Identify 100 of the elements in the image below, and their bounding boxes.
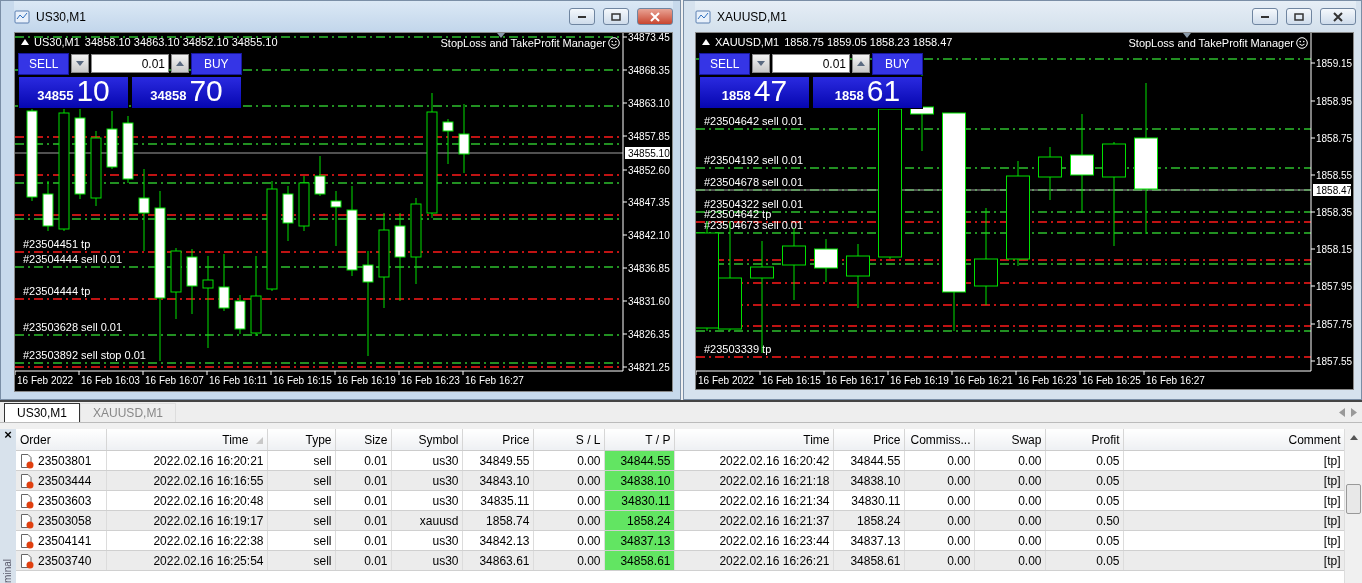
close-button[interactable]: × bbox=[4, 429, 12, 441]
maximize-button[interactable] bbox=[603, 8, 629, 25]
column-header[interactable]: S / L bbox=[534, 429, 605, 451]
column-header[interactable]: Type bbox=[268, 429, 336, 451]
up-arrow-icon bbox=[856, 61, 865, 66]
minimize-button[interactable] bbox=[569, 8, 595, 25]
column-header[interactable]: Price bbox=[463, 429, 534, 451]
column-header[interactable]: T / P bbox=[605, 429, 675, 451]
smiley-icon bbox=[1296, 37, 1308, 49]
table-cell: 23503444 bbox=[38, 473, 92, 488]
order-label: #23504322 sell 0.01 bbox=[704, 198, 804, 210]
candlestick bbox=[298, 175, 310, 232]
order-label: #23504444 tp bbox=[23, 285, 91, 297]
candlestick bbox=[234, 294, 246, 335]
time-label: 16 Feb 16:19 bbox=[337, 375, 396, 386]
close-icon bbox=[649, 11, 661, 22]
bid-price-button[interactable]: 34855 10 bbox=[18, 76, 129, 109]
candlestick bbox=[458, 103, 470, 174]
lot-down-button[interactable] bbox=[71, 54, 89, 73]
candlestick bbox=[330, 190, 342, 247]
price-label: 1857.55 bbox=[1316, 356, 1353, 367]
price-label: 1857.75 bbox=[1316, 319, 1353, 330]
table-cell: us30 bbox=[392, 530, 463, 551]
down-arrow-icon bbox=[757, 61, 766, 66]
table-cell: 23504141 bbox=[38, 533, 92, 548]
panel-title: minal bbox=[1, 559, 14, 583]
candlestick bbox=[122, 115, 134, 184]
candlestick bbox=[1038, 146, 1062, 201]
lot-up-button[interactable] bbox=[171, 54, 189, 73]
column-header[interactable]: Symbol bbox=[392, 429, 463, 451]
order-label: #23504444 sell 0.01 bbox=[23, 253, 123, 265]
column-header[interactable]: Commiss... bbox=[905, 429, 975, 451]
table-cell: sell bbox=[268, 530, 336, 551]
column-header[interactable]: Time bbox=[675, 429, 834, 451]
table-cell: 23503603 bbox=[38, 493, 92, 508]
tab[interactable]: US30,M1 bbox=[4, 403, 81, 422]
column-header[interactable]: Profit bbox=[1046, 429, 1124, 451]
column-header[interactable]: Order bbox=[16, 429, 107, 451]
time-label: 16 Feb 16:11 bbox=[209, 375, 268, 386]
price-label: 34852.60 bbox=[628, 165, 670, 176]
order-label: #23504678 sell 0.01 bbox=[704, 176, 804, 188]
time-label: 16 Feb 16:15 bbox=[762, 375, 821, 386]
scroll-thumb[interactable] bbox=[1346, 484, 1361, 514]
time-label: 16 Feb 16:25 bbox=[1082, 375, 1141, 386]
table-cell: 23503740 bbox=[38, 553, 92, 568]
time-label: 16 Feb 16:07 bbox=[145, 375, 204, 386]
table-cell: 34830.11 bbox=[834, 490, 905, 511]
ask-price-button[interactable]: 34858 70 bbox=[131, 76, 242, 109]
up-arrow-icon bbox=[175, 61, 184, 66]
time-label: 16 Feb 16:19 bbox=[890, 375, 949, 386]
ohlc-values: 1858.75 1859.05 1858.23 1858.47 bbox=[784, 36, 953, 48]
column-header[interactable]: Comment bbox=[1124, 429, 1344, 451]
time-label: 16 Feb 2022 bbox=[17, 375, 74, 386]
scroll-left-icon bbox=[1339, 407, 1345, 417]
scrollbar[interactable] bbox=[1344, 429, 1362, 583]
time-label: 16 Feb 16:23 bbox=[1018, 375, 1077, 386]
window-title: US30,M1 bbox=[36, 9, 88, 24]
candlestick bbox=[814, 238, 838, 283]
current-price-label: 1858.47 bbox=[1313, 184, 1353, 196]
table-cell: 0.00 bbox=[534, 530, 605, 551]
column-header[interactable]: Price bbox=[834, 429, 905, 451]
time-label: 16 Feb 16:23 bbox=[401, 375, 460, 386]
candlestick bbox=[218, 253, 230, 312]
price-label: 34873.45 bbox=[628, 33, 670, 43]
price-label: 1859.15 bbox=[1316, 58, 1353, 69]
triangle-icon[interactable] bbox=[21, 39, 29, 45]
table-cell: 0.00 bbox=[905, 450, 975, 471]
table-cell: 34835.11 bbox=[463, 490, 534, 511]
symbol-label: XAUUSD,M1 bbox=[715, 36, 780, 48]
chart-window-icon bbox=[14, 9, 30, 24]
table-cell: [tp] bbox=[1124, 450, 1344, 471]
price-label: 34826.35 bbox=[628, 329, 670, 340]
lot-field[interactable]: 0.01 bbox=[91, 54, 169, 73]
column-header[interactable]: Size bbox=[336, 429, 392, 451]
scroll-right-icon bbox=[1351, 407, 1357, 417]
order-label: #23504192 sell 0.01 bbox=[704, 154, 804, 166]
table-cell: [tp] bbox=[1124, 490, 1344, 511]
price-label: 34831.60 bbox=[628, 296, 670, 307]
table-cell: 2022.02.16 16:21:34 bbox=[675, 490, 834, 511]
table-cell: 23503801 bbox=[38, 453, 92, 468]
table-cell: 23503058 bbox=[38, 513, 92, 528]
column-header[interactable]: Swap bbox=[975, 429, 1046, 451]
window-title: XAUUSD,M1 bbox=[717, 9, 788, 24]
table-cell: 2022.02.16 16:20:48 bbox=[107, 490, 268, 511]
sell-button[interactable]: SELL bbox=[18, 52, 70, 75]
price-label: 1858.55 bbox=[1316, 170, 1353, 181]
price-label: 34847.35 bbox=[628, 197, 670, 208]
table-cell: 0.01 bbox=[336, 450, 392, 471]
table-cell: 0.01 bbox=[336, 490, 392, 511]
price-label: 1858.95 bbox=[1316, 96, 1353, 107]
price-label: 34868.35 bbox=[628, 65, 670, 76]
table-cell: 34849.55 bbox=[463, 450, 534, 471]
table-cell: 0.00 bbox=[975, 530, 1046, 551]
expert-name: StopLoss and TakeProfit Manager bbox=[440, 37, 606, 49]
price-label: 34821.25 bbox=[628, 362, 670, 373]
symbol-label: US30,M1 bbox=[34, 36, 80, 48]
buy-button[interactable]: BUY bbox=[190, 52, 242, 75]
price-label: 34836.85 bbox=[628, 263, 670, 274]
table-cell: 0.05 bbox=[1046, 530, 1124, 551]
column-header[interactable]: Time bbox=[107, 429, 268, 451]
